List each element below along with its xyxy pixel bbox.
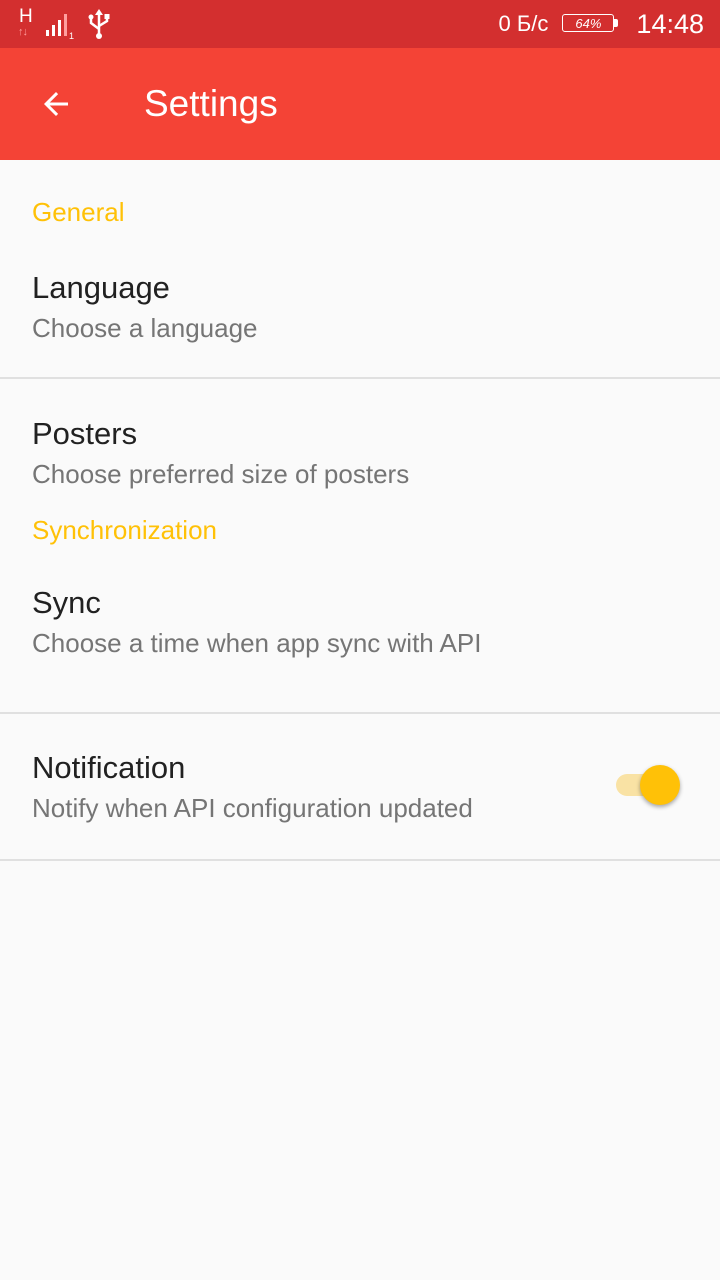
app-bar: Settings	[0, 48, 720, 160]
page-title: Settings	[144, 83, 278, 124]
network-activity-arrows: ↑↓	[18, 26, 28, 38]
battery-icon: 64%	[562, 14, 620, 34]
status-bar-right: 0 Б/с 64% 14:48	[499, 0, 704, 48]
pref-summary-language: Choose a language	[32, 313, 258, 343]
battery-percent: 64%	[575, 15, 602, 31]
pref-notification[interactable]: Notification Notify when API configurati…	[0, 714, 720, 859]
usb-icon	[88, 9, 110, 39]
divider	[0, 859, 720, 861]
pref-title-posters: Posters	[32, 416, 138, 451]
toggle-thumb	[640, 765, 680, 805]
arrow-back-icon	[44, 92, 68, 116]
back-button[interactable]	[28, 76, 84, 132]
clock: 14:48	[636, 8, 704, 39]
category-title-general: General	[32, 197, 125, 227]
sim-slot-label: 1	[69, 31, 74, 40]
category-synchronization: Synchronization	[0, 511, 720, 583]
pref-title-language: Language	[32, 270, 170, 305]
status-bar-left: H ↑↓ 1	[18, 6, 112, 42]
network-type-label: H	[19, 6, 33, 27]
notification-toggle[interactable]	[616, 763, 682, 807]
pref-language[interactable]: Language Choose a language	[0, 246, 720, 377]
pref-title-notification: Notification	[32, 750, 186, 785]
category-title-synchronization: Synchronization	[32, 515, 217, 545]
pref-sync[interactable]: Sync Choose a time when app sync with AP…	[0, 583, 720, 712]
settings-list: General Language Choose a language Poste…	[0, 160, 720, 861]
pref-posters[interactable]: Posters Choose preferred size of posters	[0, 379, 720, 511]
signal-icon: 1	[46, 14, 74, 40]
pref-summary-posters: Choose preferred size of posters	[32, 459, 410, 489]
pref-title-sync: Sync	[32, 585, 101, 620]
network-speed: 0 Б/с	[498, 11, 549, 36]
network-type-indicator: H ↑↓	[18, 6, 42, 42]
pref-summary-sync: Choose a time when app sync with API	[32, 628, 482, 658]
pref-summary-notification: Notify when API configuration updated	[32, 793, 473, 823]
category-general: General	[0, 160, 720, 246]
status-bar: H ↑↓ 1 0 Б/с 64% 14:48	[0, 0, 720, 48]
